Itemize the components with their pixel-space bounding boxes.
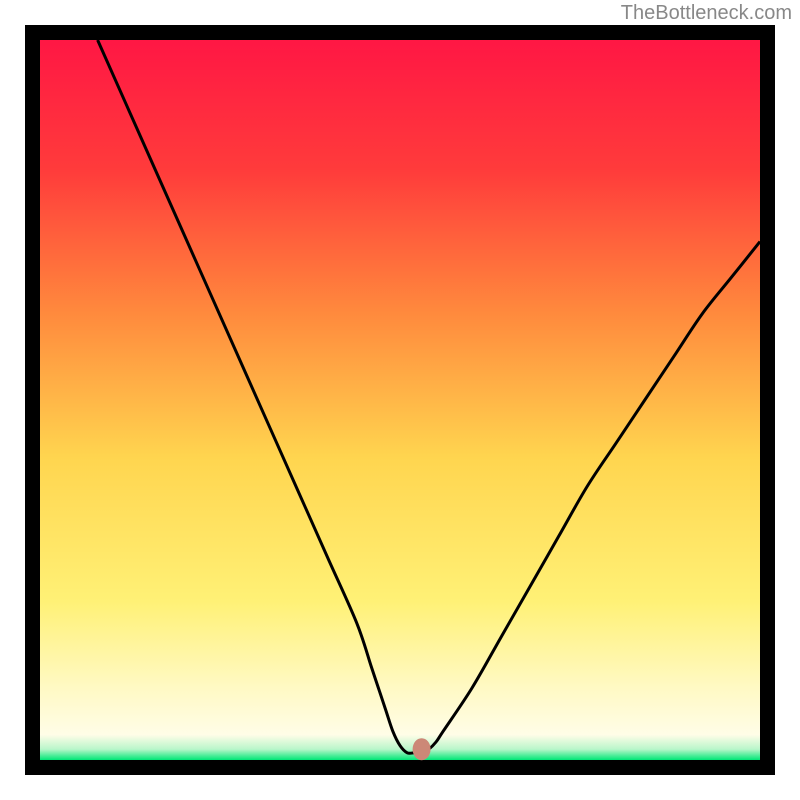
plot-frame [25,25,775,775]
gradient-background [40,40,760,760]
chart-container: TheBottleneck.com [0,0,800,800]
marker-dot [413,738,431,760]
plot-svg [25,25,775,775]
watermark-text: TheBottleneck.com [621,2,792,25]
